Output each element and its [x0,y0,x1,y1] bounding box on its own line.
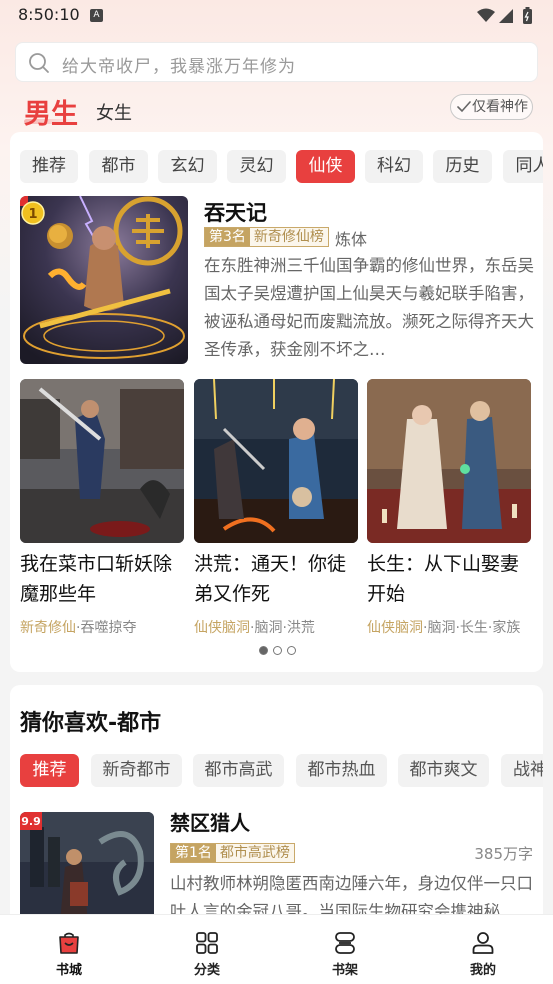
book-title[interactable]: 禁区猎人 [170,807,250,836]
chip-history[interactable]: 历史 [433,150,492,183]
book-cover [194,379,358,543]
section-title: 猜你喜欢-都市 [20,711,162,736]
tab-label: 我的 [469,963,496,978]
featured-cover-art: 1 [20,196,188,364]
featured-rank-num: 第3名 [205,228,250,246]
book-item[interactable]: 我在菜市口斩妖除魔那些年 新奇修仙·吞噬掠夺 [20,379,184,637]
chip-recommend[interactable]: 推荐 [20,150,78,183]
book-tag-highlight: 仙侠脑洞 [194,620,250,636]
status-time: 8:50:10 [18,5,80,24]
featured-rank-list: 新奇修仙榜 [249,228,328,246]
category-chip-row[interactable]: 推荐 都市 玄幻 灵幻 仙侠 科幻 历史 同人 [20,150,543,183]
book-tags: 仙侠脑洞·脑洞·洪荒 [194,617,358,637]
bottom-tab-bar: 书城 分类 书架 我的 [0,914,553,984]
chip-scifi[interactable]: 科幻 [365,150,423,183]
bookshelf-icon [335,932,355,954]
book-rank-tag[interactable]: 第1名 都市高武榜 [170,843,295,863]
category-grid-icon [196,932,218,954]
search-placeholder: 给大帝收尸，我暴涨万年修为 [62,57,296,77]
chip-recommend[interactable]: 推荐 [20,754,79,787]
featured-book-title[interactable]: 吞天记 [204,197,267,227]
featured-description: 在东胜神洲三千仙国争霸的修仙世界，东岳吴国太子吴煜遭护国上仙昊天与羲妃联手陷害，… [204,256,534,359]
profile-icon [472,932,494,954]
featured-book-cover[interactable]: 1 [20,196,188,364]
check-icon [457,101,471,113]
book-tag-highlight: 仙侠脑洞 [367,620,423,636]
notification-icon: A [90,9,103,22]
book-tag-rest: ·脑洞·长生·家族 [423,620,521,636]
status-bar: 8:50:10 A [0,0,553,32]
book-tag-rest: ·脑洞·洪荒 [250,620,315,636]
featured-genre-tag: 炼体 [335,230,368,249]
book-title: 长生：从下山娶妻开始 [367,553,520,605]
featured-rank-badge: 1 [28,207,37,222]
tab-male[interactable]: 男生 [24,92,78,131]
tab-bookstore[interactable]: 书城 [29,915,109,984]
tab-female[interactable]: 女生 [96,99,132,125]
book-cover [20,379,184,543]
recommend-card: 推荐 都市 玄幻 灵幻 仙侠 科幻 历史 同人 1 吞天记 第3名 新奇修仙榜 … [10,132,543,672]
chip-city-cool[interactable]: 都市爽文 [398,754,489,787]
book-rank-list: 都市高武榜 [215,844,294,862]
carousel-dot [273,646,282,655]
carousel-dot [259,646,268,655]
guess-you-like-card: 猜你喜欢-都市 推荐 新奇都市 都市高武 都市热血 都市爽文 战神 9.9 禁区… [10,685,543,945]
book-tag-rest: ·吞噬掠夺 [76,620,137,636]
chip-xuanhuan[interactable]: 玄幻 [158,150,217,183]
tab-bookshelf[interactable]: 书架 [305,915,385,984]
signal-battery-icons [477,7,532,24]
tab-category[interactable]: 分类 [167,915,247,984]
chip-city[interactable]: 都市 [89,150,148,183]
featured-rank-tag[interactable]: 第3名 新奇修仙榜 [204,227,329,247]
book-tags: 仙侠脑洞·脑洞·长生·家族 [367,617,531,637]
tab-label: 书架 [331,963,358,978]
chip-war-god[interactable]: 战神 [501,754,543,787]
carousel-indicator [259,646,299,656]
bookstore-icon [59,932,79,954]
tab-profile[interactable]: 我的 [443,915,523,984]
tab-label: 分类 [193,963,220,978]
only-masterpiece-label: 仅看神作 [472,99,528,115]
book-word-count: 385万字 [474,845,533,863]
only-masterpiece-toggle[interactable]: 仅看神作 [450,94,533,120]
book-score-badge: 9.9 [21,815,41,828]
book-item[interactable]: 洪荒：通天！你徒弟又作死 仙侠脑洞·脑洞·洪荒 [194,379,358,637]
chip-xianxia[interactable]: 仙侠 [296,150,355,183]
book-title: 洪荒：通天！你徒弟又作死 [194,553,347,605]
search-bar[interactable]: 给大帝收尸，我暴涨万年修为 [15,42,538,82]
chip-linghuan[interactable]: 灵幻 [227,150,286,183]
chip-city-hot[interactable]: 都市热血 [296,754,387,787]
book-cover [367,379,531,543]
subcategory-chip-row[interactable]: 推荐 新奇都市 都市高武 都市热血 都市爽文 战神 [20,754,543,787]
tab-label: 书城 [55,963,82,978]
book-item[interactable]: 长生：从下山娶妻开始 仙侠脑洞·脑洞·长生·家族 [367,379,531,637]
chip-city-martial[interactable]: 都市高武 [193,754,284,787]
search-icon [29,53,49,73]
book-rank-num: 第1名 [171,844,216,862]
book-title: 我在菜市口斩妖除魔那些年 [20,553,173,605]
chip-fanfic[interactable]: 同人 [503,150,543,183]
carousel-dot [287,646,296,655]
book-tag-highlight: 新奇修仙 [20,620,76,636]
book-tags: 新奇修仙·吞噬掠夺 [20,617,184,637]
chip-new-city[interactable]: 新奇都市 [91,754,182,787]
